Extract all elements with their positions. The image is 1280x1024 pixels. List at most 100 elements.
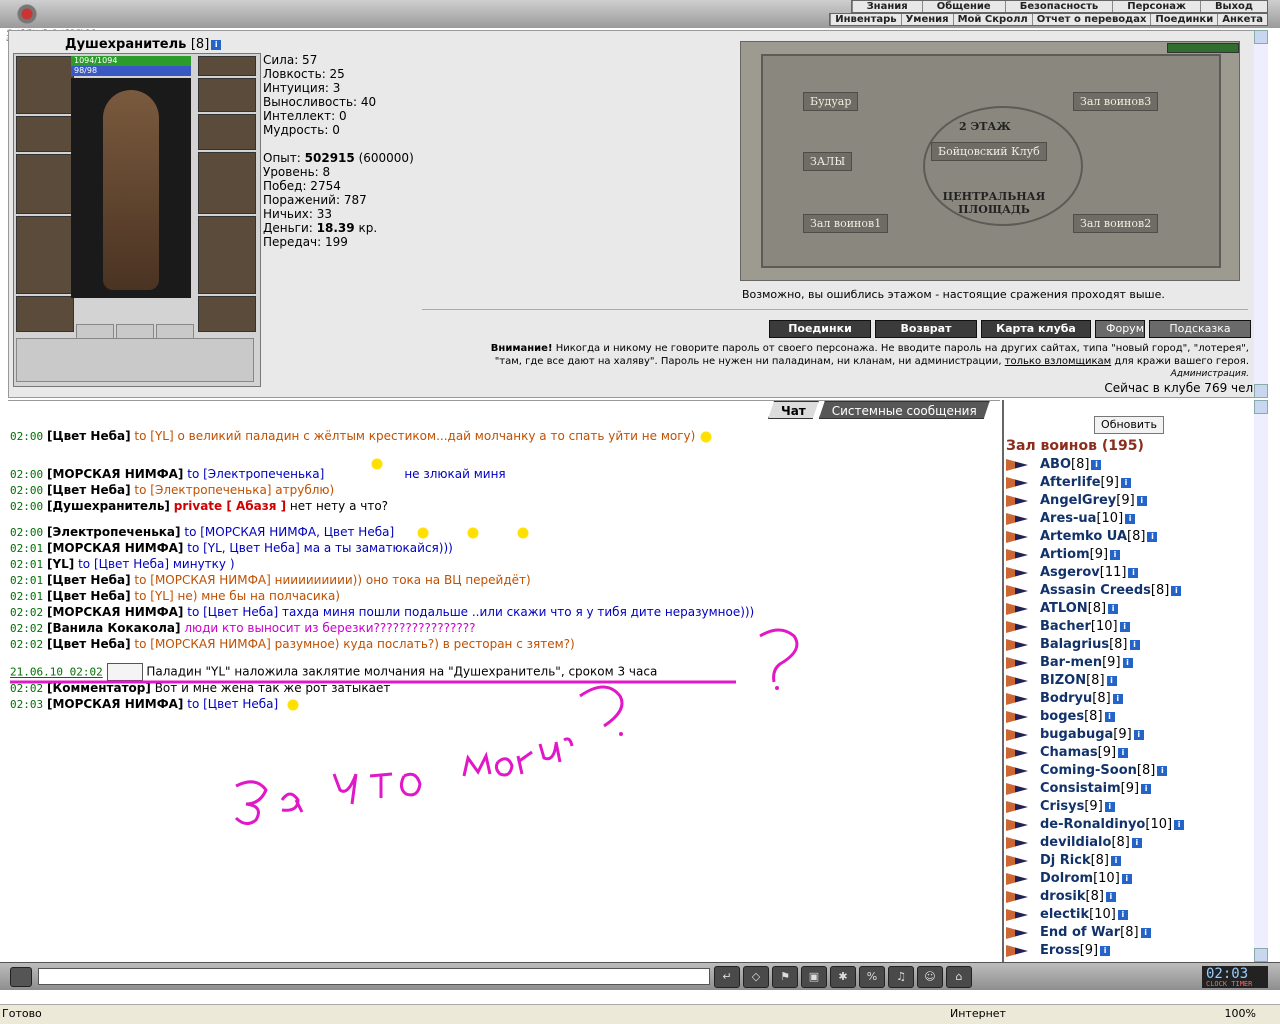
user-list-item[interactable]: Dolrom[10] i — [1004, 870, 1252, 888]
message-time[interactable]: 02:02 — [10, 638, 43, 651]
message-sender[interactable]: [МОРСКАЯ НИМФА] — [47, 541, 183, 555]
submenu-my-scroll[interactable]: Мой Скролл — [952, 14, 1032, 25]
private-message-icon[interactable] — [1006, 531, 1028, 543]
user-list-item[interactable]: bugabuga[9] i — [1004, 726, 1252, 744]
user-list-item[interactable]: Eross[9] i — [1004, 942, 1252, 960]
user-nick[interactable]: Eross — [1040, 943, 1080, 958]
tab-chat[interactable]: Чат — [768, 401, 819, 419]
private-message-icon[interactable] — [1006, 819, 1028, 831]
info-icon[interactable]: i — [1125, 513, 1136, 524]
info-icon[interactable]: i — [1129, 639, 1140, 650]
club-map-button[interactable]: Карта клуба — [981, 320, 1091, 338]
private-message-icon[interactable] — [1006, 927, 1028, 939]
info-icon[interactable]: i — [1133, 729, 1144, 740]
room-warriors-hall-3[interactable]: Зал воинов3 — [1073, 92, 1159, 111]
private-message-icon[interactable] — [1006, 873, 1028, 885]
info-icon[interactable]: i — [1140, 927, 1151, 938]
message-sender[interactable]: [YL] — [47, 557, 74, 571]
user-list-item[interactable]: Asgerov[11] i — [1004, 564, 1252, 582]
private-message-icon[interactable] — [1006, 747, 1028, 759]
user-list-item[interactable]: ATLON[8] i — [1004, 600, 1252, 618]
user-nick[interactable]: Coming-Soon — [1040, 763, 1137, 778]
toolbar-tool-icon[interactable]: ✱ — [830, 966, 856, 988]
user-list-item[interactable]: Chamas[9] i — [1004, 744, 1252, 762]
message-time[interactable]: 02:02 — [10, 622, 43, 635]
user-list-item[interactable]: drosik[8] i — [1004, 888, 1252, 906]
user-list-item[interactable]: Afterlife[9] i — [1004, 474, 1252, 492]
character-name[interactable]: Душехранитель [8] i — [65, 37, 222, 52]
user-nick[interactable]: Ares-ua — [1040, 511, 1096, 526]
forum-button[interactable]: Форум — [1095, 320, 1145, 338]
user-nick[interactable]: de-Ronaldinyo — [1040, 817, 1145, 832]
submenu-transfer-report[interactable]: Отчет о переводах — [1031, 14, 1151, 25]
info-icon[interactable]: i — [211, 39, 222, 50]
private-message-icon[interactable] — [1006, 783, 1028, 795]
info-icon[interactable]: i — [1120, 477, 1131, 488]
message-sender[interactable]: [МОРСКАЯ НИМФА] — [47, 697, 183, 711]
message-recipient[interactable]: to [МОРСКАЯ НИМФА] — [134, 573, 270, 587]
message-sender[interactable]: [Цвет Неба] — [47, 483, 131, 497]
message-time[interactable]: 02:03 — [10, 698, 43, 711]
message-sender[interactable]: [Цвет Неба] — [47, 573, 131, 587]
user-nick[interactable]: electik — [1040, 907, 1089, 922]
submenu-inventory[interactable]: Инвентарь — [830, 14, 900, 25]
info-icon[interactable]: i — [1106, 675, 1117, 686]
user-list-item[interactable]: devildialo[8] i — [1004, 834, 1252, 852]
message-sender[interactable]: [Цвет Неба] — [47, 637, 131, 651]
info-icon[interactable]: i — [1104, 711, 1115, 722]
user-list-item[interactable]: Ares-ua[10] i — [1004, 510, 1252, 528]
armor-slot[interactable] — [16, 216, 74, 294]
private-message-icon[interactable] — [1006, 657, 1028, 669]
user-nick[interactable]: Assasin Creeds — [1040, 583, 1151, 598]
room-boudoir[interactable]: Будуар — [803, 92, 859, 111]
user-list-item[interactable]: Artemko UA[8] i — [1004, 528, 1252, 546]
message-recipient[interactable]: to [YL] — [134, 589, 173, 603]
user-nick[interactable]: boges — [1040, 709, 1084, 724]
info-icon[interactable]: i — [1128, 567, 1139, 578]
info-icon[interactable]: i — [1122, 657, 1133, 668]
info-icon[interactable]: i — [1091, 459, 1102, 470]
user-nick[interactable]: Dj Rick — [1040, 853, 1091, 868]
user-nick[interactable]: Dolrom — [1040, 871, 1093, 886]
belt-slot[interactable] — [16, 296, 74, 332]
message-recipient[interactable]: to [YL, Цвет Неба] — [187, 541, 300, 555]
user-nick[interactable]: Bodryu — [1040, 691, 1092, 706]
user-list-item[interactable]: Assasin Creeds[8] i — [1004, 582, 1252, 600]
user-nick[interactable]: End of War — [1040, 925, 1120, 940]
info-icon[interactable]: i — [1110, 549, 1121, 560]
shield-slot[interactable] — [198, 152, 256, 214]
private-message-icon[interactable] — [1006, 477, 1028, 489]
scroll-up-icon[interactable] — [1254, 400, 1268, 414]
toolbar-tool-icon[interactable]: ☺ — [917, 966, 943, 988]
menu-item-knowledge[interactable]: Знания — [851, 1, 922, 12]
message-sender[interactable]: [МОРСКАЯ НИМФА] — [47, 605, 183, 619]
user-nick[interactable]: Asgerov — [1040, 565, 1100, 580]
toolbar-tool-icon[interactable]: ♫ — [888, 966, 914, 988]
belt-items-area[interactable] — [16, 338, 254, 382]
private-message-icon[interactable] — [1006, 909, 1028, 921]
message-recipient[interactable]: to [Цвет Неба] — [187, 697, 278, 711]
zoom-level[interactable]: 100% — [1225, 1005, 1256, 1023]
submenu-profile[interactable]: Анкета — [1217, 14, 1267, 25]
user-list-item[interactable]: BIZON[8] i — [1004, 672, 1252, 690]
user-list-item[interactable]: electik[10] i — [1004, 906, 1252, 924]
info-icon[interactable]: i — [1136, 495, 1147, 506]
user-list-item[interactable]: ABO[8] i — [1004, 456, 1252, 474]
info-icon[interactable]: i — [1117, 909, 1128, 920]
message-recipient[interactable]: to [Электропеченька] — [134, 483, 271, 497]
user-list-item[interactable]: Bar-men[9] i — [1004, 654, 1252, 672]
message-recipient[interactable]: to [МОРСКАЯ НИМФА, Цвет Неба] — [184, 525, 394, 539]
message-time[interactable]: 02:01 — [10, 574, 43, 587]
refresh-button[interactable]: Обновить — [1094, 416, 1164, 434]
room-fight-club[interactable]: Бойцовский Клуб — [931, 142, 1047, 161]
toolbar-tool-icon[interactable]: ⌂ — [946, 966, 972, 988]
message-time[interactable]: 02:01 — [10, 558, 43, 571]
user-list-item[interactable]: Artiom[9] i — [1004, 546, 1252, 564]
room-warriors-hall-2[interactable]: Зал воинов2 — [1073, 214, 1159, 233]
bracers-slot[interactable] — [16, 116, 74, 152]
user-nick[interactable]: devildialo — [1040, 835, 1111, 850]
info-icon[interactable]: i — [1121, 873, 1132, 884]
private-message-icon[interactable] — [1006, 837, 1028, 849]
user-nick[interactable]: AngelGrey — [1040, 493, 1116, 508]
user-nick[interactable]: ATLON — [1040, 601, 1088, 616]
